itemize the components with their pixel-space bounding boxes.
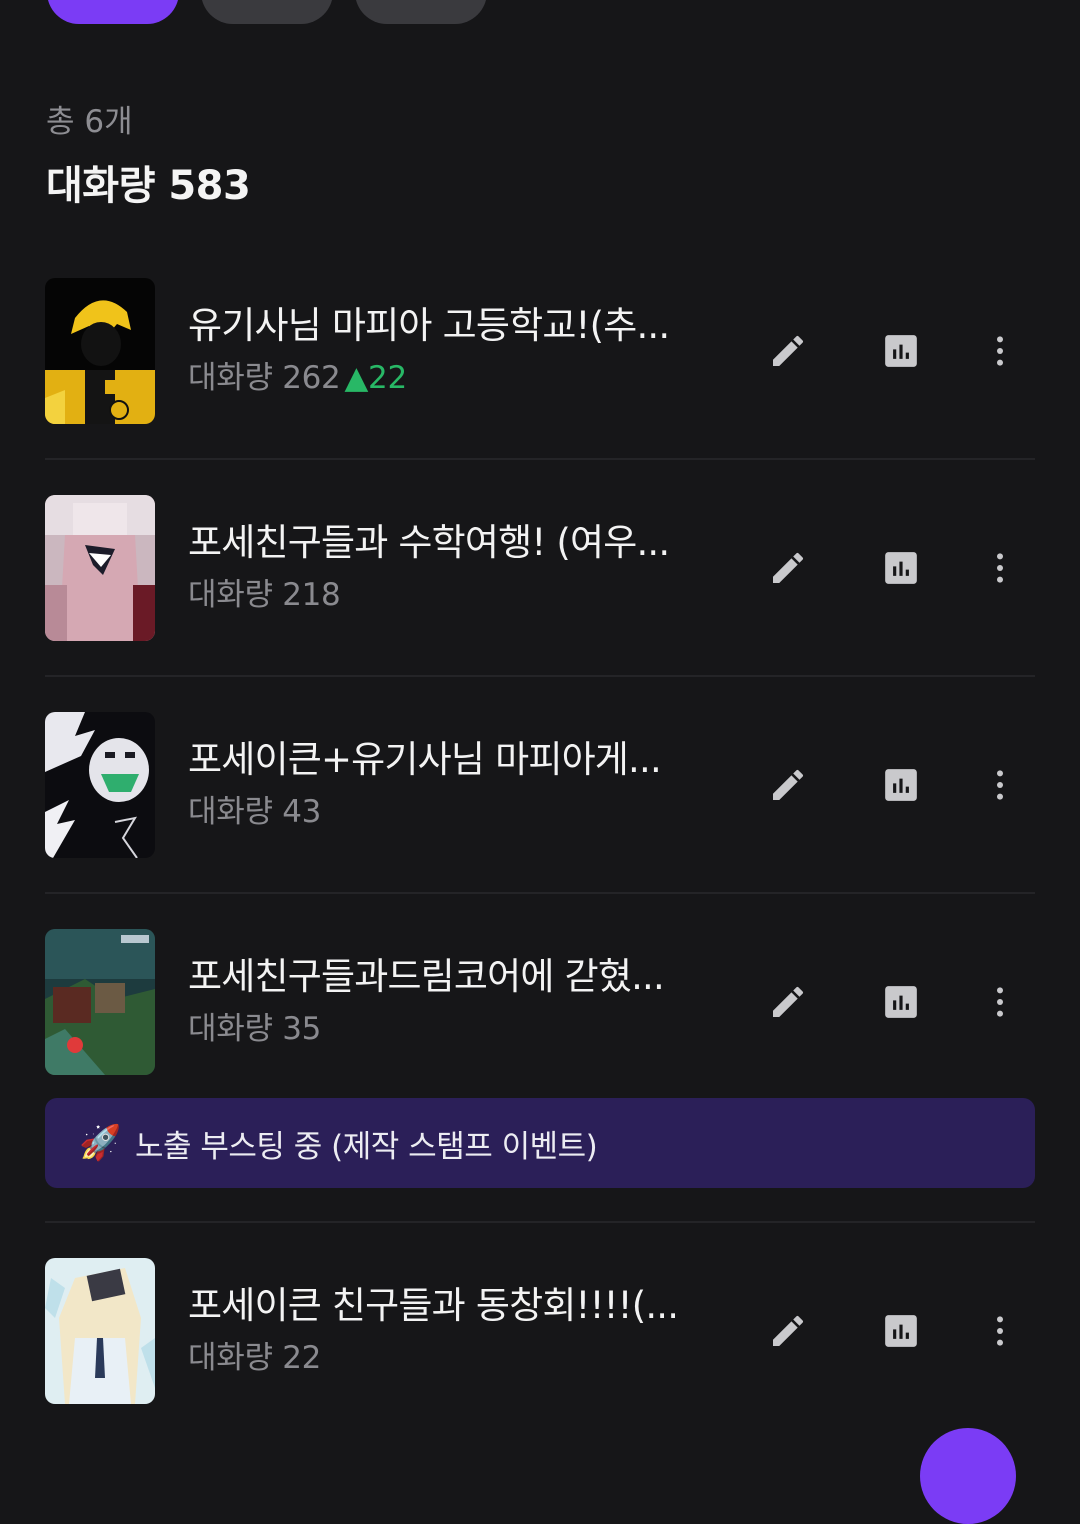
- more-options-button[interactable]: [976, 978, 1024, 1026]
- item-stat: 대화량 262 ▲22: [188, 356, 728, 400]
- conversation-count: 대화량 262: [188, 360, 341, 396]
- conversation-count: 대화량 218: [188, 577, 341, 613]
- floating-action-button[interactable]: [920, 1428, 1016, 1524]
- character-list: 유기사님 마피아 고등학교!(추... 대화량 262 ▲22 포세친구들과 수…: [45, 278, 1035, 1404]
- item-stat: 대화량 35: [188, 1007, 728, 1051]
- list-item[interactable]: 포세친구들과 수학여행! (여우... 대화량 218: [45, 495, 1035, 641]
- filter-tab[interactable]: [355, 0, 487, 24]
- conversation-count: 대화량 43: [188, 794, 322, 830]
- divider: [45, 1221, 1035, 1223]
- pencil-icon: [773, 552, 804, 583]
- character-thumbnail[interactable]: [45, 929, 155, 1075]
- stats-button[interactable]: [877, 978, 925, 1026]
- total-count: 총 6개: [46, 104, 133, 140]
- bar-chart-icon: [885, 335, 917, 367]
- more-options-button[interactable]: [976, 544, 1024, 592]
- character-thumbnail[interactable]: [45, 1258, 155, 1404]
- pencil-icon: [773, 1315, 804, 1346]
- conversation-count: 대화량 22: [188, 1340, 322, 1376]
- edit-button[interactable]: [764, 978, 812, 1026]
- item-title: 포세친구들과드림코어에 갇혔...: [188, 955, 665, 998]
- list-item[interactable]: 포세이큰 친구들과 동창회!!!!(... 대화량 22: [45, 1258, 1035, 1404]
- edit-button[interactable]: [764, 544, 812, 592]
- list-item[interactable]: 포세이큰+유기사님 마피아게... 대화량 43: [45, 712, 1035, 858]
- divider: [45, 892, 1035, 894]
- boosting-banner[interactable]: 🚀 노출 부스팅 중 (제작 스탬프 이벤트): [45, 1098, 1035, 1188]
- pencil-icon: [773, 986, 804, 1017]
- filter-tab[interactable]: [201, 0, 333, 24]
- item-title: 유기사님 마피아 고등학교!(추...: [188, 304, 670, 347]
- more-vertical-icon: [997, 987, 1003, 1017]
- filter-tabs: [47, 0, 509, 24]
- more-vertical-icon: [997, 336, 1003, 366]
- character-thumbnail[interactable]: [45, 495, 155, 641]
- edit-button[interactable]: [764, 327, 812, 375]
- stats-button[interactable]: [877, 761, 925, 809]
- more-vertical-icon: [997, 1316, 1003, 1346]
- rocket-icon: 🚀: [79, 1123, 122, 1163]
- pencil-icon: [773, 335, 804, 366]
- divider: [45, 675, 1035, 677]
- bar-chart-icon: [885, 552, 917, 584]
- character-thumbnail[interactable]: [45, 712, 155, 858]
- divider: [45, 458, 1035, 460]
- item-stat: 대화량 218: [188, 573, 728, 617]
- more-vertical-icon: [997, 553, 1003, 583]
- stats-button[interactable]: [877, 327, 925, 375]
- edit-button[interactable]: [764, 761, 812, 809]
- conversation-increase: ▲22: [344, 360, 407, 396]
- item-stat: 대화량 43: [188, 790, 728, 834]
- edit-button[interactable]: [764, 1307, 812, 1355]
- boosting-text: 노출 부스팅 중 (제작 스탬프 이벤트): [135, 1128, 598, 1165]
- total-conversations: 대화량 583: [46, 163, 251, 209]
- more-options-button[interactable]: [976, 327, 1024, 375]
- more-options-button[interactable]: [976, 761, 1024, 809]
- item-stat: 대화량 22: [188, 1336, 728, 1380]
- item-title: 포세친구들과 수학여행! (여우...: [188, 521, 670, 564]
- filter-tab-active[interactable]: [47, 0, 179, 24]
- character-thumbnail[interactable]: [45, 278, 155, 424]
- more-options-button[interactable]: [976, 1307, 1024, 1355]
- stats-button[interactable]: [877, 544, 925, 592]
- bar-chart-icon: [885, 1315, 917, 1347]
- summary: 총 6개 대화량 583: [46, 100, 251, 214]
- bar-chart-icon: [885, 986, 917, 1018]
- conversation-count: 대화량 35: [188, 1011, 322, 1047]
- list-item[interactable]: 포세친구들과드림코어에 갇혔... 대화량 35: [45, 929, 1035, 1075]
- bar-chart-icon: [885, 769, 917, 801]
- pencil-icon: [773, 769, 804, 800]
- item-title: 포세이큰+유기사님 마피아게...: [188, 738, 662, 781]
- list-item[interactable]: 유기사님 마피아 고등학교!(추... 대화량 262 ▲22: [45, 278, 1035, 424]
- item-title: 포세이큰 친구들과 동창회!!!!(...: [188, 1284, 679, 1327]
- stats-button[interactable]: [877, 1307, 925, 1355]
- more-vertical-icon: [997, 770, 1003, 800]
